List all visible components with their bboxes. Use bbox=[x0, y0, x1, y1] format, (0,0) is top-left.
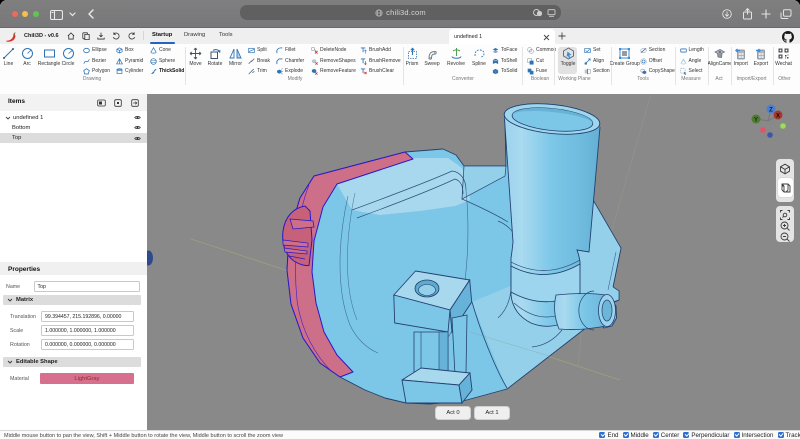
svg-text:Y: Y bbox=[754, 118, 758, 124]
svg-text:Z: Z bbox=[769, 108, 773, 114]
svg-text:X: X bbox=[776, 114, 780, 120]
